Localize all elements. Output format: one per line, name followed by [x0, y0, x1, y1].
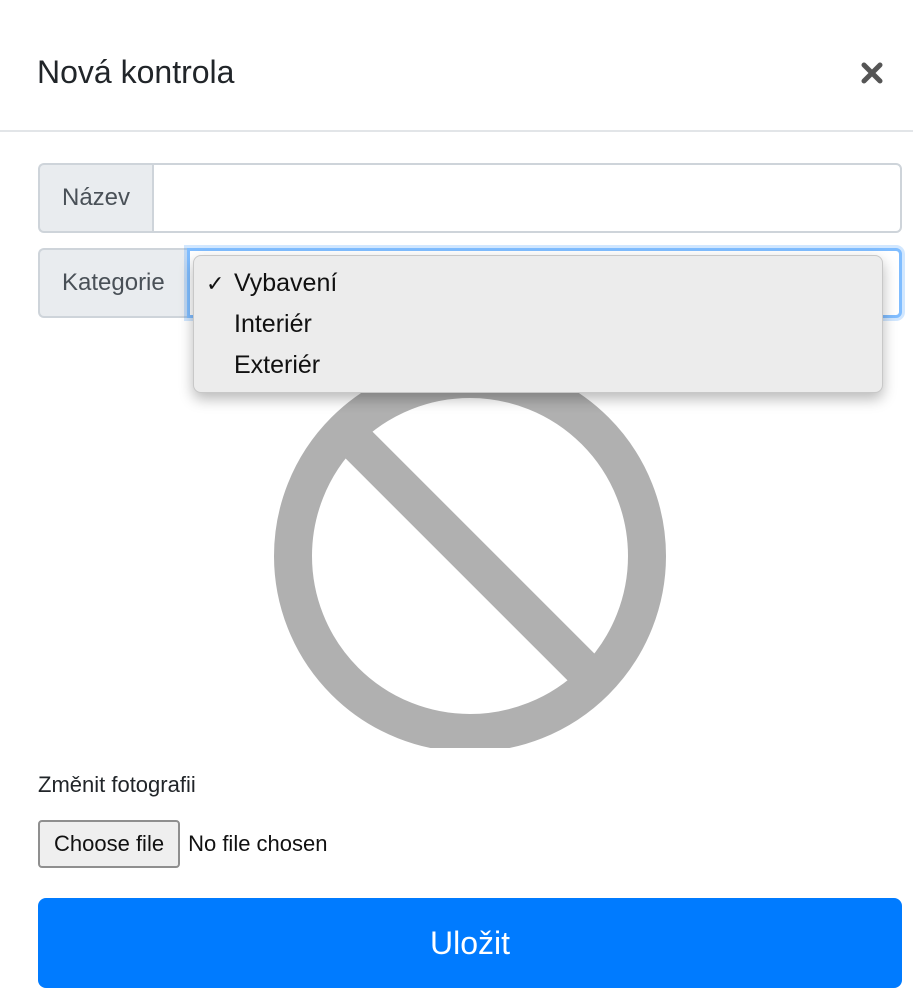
category-option-label: Exteriér — [234, 351, 321, 379]
category-option-vybaveni[interactable]: ✓ Vybavení — [194, 263, 882, 304]
category-label: Kategorie — [38, 248, 187, 318]
no-image-icon — [274, 368, 666, 748]
category-option-interier[interactable]: Interiér — [194, 304, 882, 345]
save-button[interactable]: Uložit — [38, 898, 902, 988]
close-icon — [861, 62, 883, 84]
change-photo-label: Změnit fotografii — [38, 772, 196, 797]
photo-file-input: Choose file No file chosen — [38, 820, 328, 868]
name-input-group: Název — [38, 163, 902, 233]
modal-title: Nová kontrola — [37, 54, 235, 90]
close-button[interactable] — [855, 56, 889, 90]
name-input[interactable] — [152, 163, 902, 233]
modal-header: Nová kontrola — [0, 0, 913, 132]
name-label: Název — [38, 163, 153, 233]
category-option-label: Vybavení — [234, 269, 338, 297]
check-icon: ✓ — [206, 271, 225, 296]
category-option-exterier[interactable]: Exteriér — [194, 345, 882, 386]
choose-file-button[interactable]: Choose file — [38, 820, 181, 868]
file-status: No file chosen — [188, 831, 328, 856]
new-inspection-modal: Nová kontrola Název Kategorie ✓ Vybavení… — [0, 0, 913, 989]
category-dropdown-list: ✓ Vybavení Interiér Exteriér — [193, 255, 883, 393]
category-option-label: Interiér — [234, 310, 312, 338]
